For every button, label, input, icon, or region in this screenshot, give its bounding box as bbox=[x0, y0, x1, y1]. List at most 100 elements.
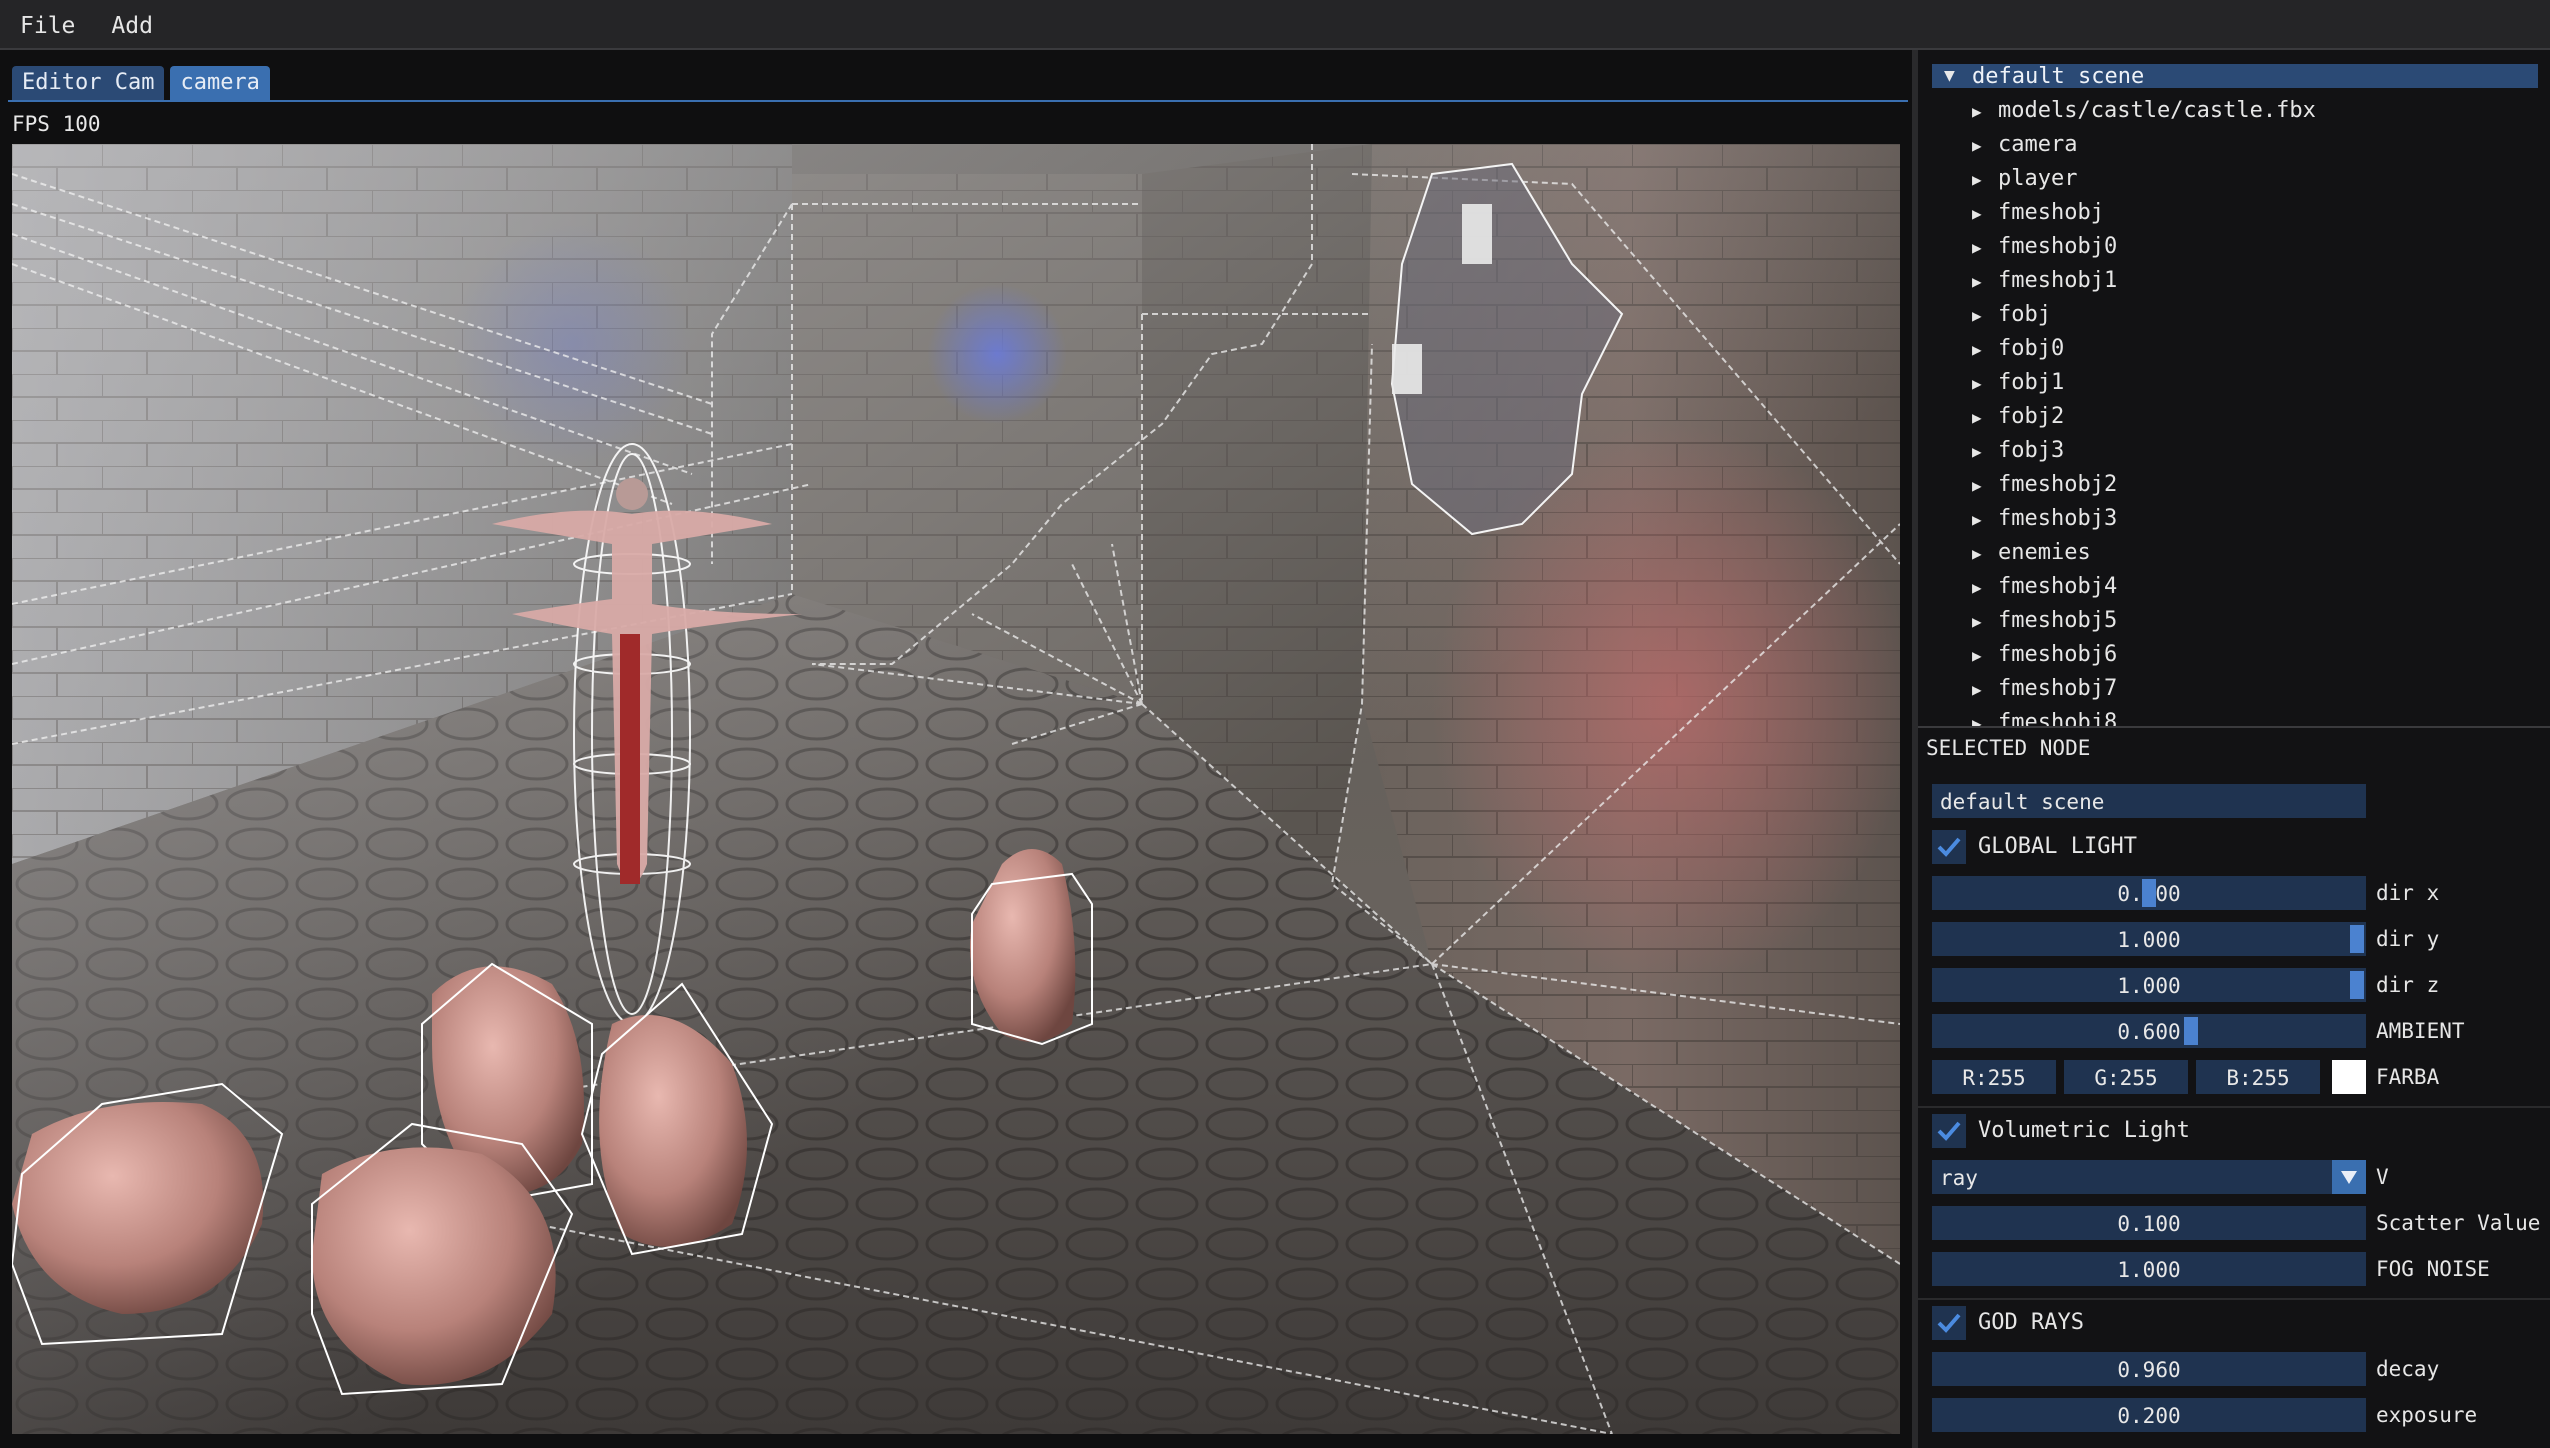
exposure-input[interactable]: 0.200 bbox=[1932, 1398, 2366, 1432]
volumetric-mode-select[interactable]: ray bbox=[1932, 1160, 2366, 1194]
tree-item-label: fmeshobj7 bbox=[1998, 676, 2118, 701]
tree-item-label: models/castle/castle.fbx bbox=[1998, 98, 2316, 123]
tree-item[interactable]: ▶ fmeshobj5 bbox=[1972, 604, 2117, 638]
section-divider bbox=[1918, 1298, 2550, 1300]
tree-item-label: fobj1 bbox=[1998, 370, 2065, 395]
dir-y-grab[interactable] bbox=[2350, 925, 2364, 953]
dir-z-slider[interactable]: 1.000 bbox=[1932, 968, 2366, 1002]
exposure-label: exposure bbox=[2376, 1403, 2478, 1427]
tree-item-label: fmeshobj4 bbox=[1998, 574, 2118, 599]
ambient-slider[interactable]: 0.600 bbox=[1932, 1014, 2366, 1048]
global-light-label: GLOBAL LIGHT bbox=[1978, 834, 2137, 859]
tree-root-default-scene[interactable]: ▼ default scene bbox=[1932, 64, 2538, 89]
scatter-value-label: Scatter Value bbox=[2376, 1211, 2541, 1235]
scene-render bbox=[12, 144, 1900, 1434]
volumetric-light-label: Volumetric Light bbox=[1978, 1118, 2190, 1143]
tree-item[interactable]: ▶ fmeshobj0 bbox=[1972, 230, 2117, 264]
checkmark-icon bbox=[1937, 1121, 1961, 1141]
tree-item[interactable]: ▶ models/castle/castle.fbx bbox=[1972, 94, 2316, 128]
tree-item-label: enemies bbox=[1998, 540, 2091, 565]
collapsed-arrow-icon[interactable]: ▶ bbox=[1972, 537, 1998, 571]
color-r-input[interactable]: R:255 bbox=[1932, 1060, 2056, 1094]
scene-tree[interactable]: ▼ default scene ▶ models/castle/castle.fb… bbox=[1918, 50, 2550, 728]
collapsed-arrow-icon[interactable]: ▶ bbox=[1972, 163, 1998, 197]
tree-item-label: fobj3 bbox=[1998, 438, 2065, 463]
tree-item[interactable]: ▶ player bbox=[1972, 162, 2077, 196]
collapsed-arrow-icon[interactable]: ▶ bbox=[1972, 129, 1998, 163]
tree-item[interactable]: ▶ fmeshobj3 bbox=[1972, 502, 2117, 536]
scatter-value-input[interactable]: 0.100 bbox=[1932, 1206, 2366, 1240]
collapsed-arrow-icon[interactable]: ▶ bbox=[1972, 605, 1998, 639]
section-divider bbox=[1918, 1106, 2550, 1108]
volumetric-light-checkbox[interactable] bbox=[1932, 1114, 1966, 1148]
tab-camera[interactable]: camera bbox=[170, 66, 270, 100]
fps-counter: FPS 100 bbox=[12, 112, 101, 136]
collapsed-arrow-icon[interactable]: ▶ bbox=[1972, 197, 1998, 231]
tree-item[interactable]: ▶ fobj3 bbox=[1972, 434, 2064, 468]
tree-item[interactable]: ▶ fmeshobj8 bbox=[1972, 706, 2118, 728]
menu-file[interactable]: File bbox=[0, 0, 93, 48]
tree-item-label: camera bbox=[1998, 132, 2078, 157]
dir-y-label: dir y bbox=[2376, 927, 2440, 951]
inspector-panel: ▼ default scene ▶ models/castle/castle.fb… bbox=[1918, 50, 2550, 1448]
collapsed-arrow-icon[interactable]: ▶ bbox=[1972, 503, 1998, 537]
collapsed-arrow-icon[interactable]: ▶ bbox=[1972, 707, 1998, 726]
fog-noise-input[interactable]: 1.000 bbox=[1932, 1252, 2366, 1286]
tree-item-label: fmeshobj8 bbox=[1998, 710, 2118, 728]
decay-input[interactable]: 0.960 bbox=[1932, 1352, 2366, 1386]
checkmark-icon bbox=[1937, 837, 1961, 857]
farba-label: FARBA bbox=[2376, 1065, 2440, 1089]
collapsed-arrow-icon[interactable]: ▶ bbox=[1972, 231, 1998, 265]
collapsed-arrow-icon[interactable]: ▶ bbox=[1972, 401, 1998, 435]
dropdown-arrow-button[interactable] bbox=[2332, 1160, 2366, 1194]
menu-add[interactable]: Add bbox=[93, 0, 171, 48]
collapsed-arrow-icon[interactable]: ▶ bbox=[1972, 333, 1998, 367]
collapsed-arrow-icon[interactable]: ▶ bbox=[1972, 435, 1998, 469]
tree-item-label: fmeshobj5 bbox=[1998, 608, 2118, 633]
tree-item[interactable]: ▶ fmeshobj7 bbox=[1972, 672, 2117, 706]
tree-item[interactable]: ▶ fmeshobj2 bbox=[1972, 468, 2117, 502]
color-b-input[interactable]: B:255 bbox=[2196, 1060, 2320, 1094]
tree-item[interactable]: ▶ fobj0 bbox=[1972, 332, 2064, 366]
collapsed-arrow-icon[interactable]: ▶ bbox=[1972, 469, 1998, 503]
dir-y-slider[interactable]: 1.000 bbox=[1932, 922, 2366, 956]
tree-item-label: fmeshobj6 bbox=[1998, 642, 2118, 667]
ambient-grab[interactable] bbox=[2184, 1017, 2198, 1045]
tree-item[interactable]: ▶ fmeshobj6 bbox=[1972, 638, 2117, 672]
collapsed-arrow-icon[interactable]: ▶ bbox=[1972, 299, 1998, 333]
god-rays-label: GOD RAYS bbox=[1978, 1310, 2084, 1335]
collapsed-arrow-icon[interactable]: ▶ bbox=[1972, 673, 1998, 707]
collapsed-arrow-icon[interactable]: ▶ bbox=[1972, 95, 1998, 129]
collapsed-arrow-icon[interactable]: ▶ bbox=[1972, 367, 1998, 401]
tree-item[interactable]: ▶ enemies bbox=[1972, 536, 2091, 570]
expanded-arrow-icon[interactable]: ▼ bbox=[1944, 64, 1955, 88]
menu-bar: File Add bbox=[0, 0, 2550, 50]
collapsed-arrow-icon[interactable]: ▶ bbox=[1972, 639, 1998, 673]
color-swatch[interactable] bbox=[2332, 1060, 2366, 1094]
tree-item[interactable]: ▶ fmeshobj4 bbox=[1972, 570, 2117, 604]
dir-z-grab[interactable] bbox=[2350, 971, 2364, 999]
dir-z-value: 1.000 bbox=[2117, 974, 2181, 998]
tree-item-label: player bbox=[1998, 166, 2078, 191]
god-rays-checkbox[interactable] bbox=[1932, 1306, 1966, 1340]
node-name-input[interactable]: default scene bbox=[1932, 784, 2366, 818]
tree-item-label: fmeshobj1 bbox=[1998, 268, 2118, 293]
tab-editor-cam[interactable]: Editor Cam bbox=[12, 66, 165, 100]
tree-item[interactable]: ▶ fobj2 bbox=[1972, 400, 2064, 434]
decay-label: decay bbox=[2376, 1357, 2440, 1381]
tree-item[interactable]: ▶ fmeshobj1 bbox=[1972, 264, 2117, 298]
tree-item[interactable]: ▶ fobj bbox=[1972, 298, 2051, 332]
color-g-input[interactable]: G:255 bbox=[2064, 1060, 2188, 1094]
dir-x-grab[interactable] bbox=[2142, 879, 2156, 907]
collapsed-arrow-icon[interactable]: ▶ bbox=[1972, 265, 1998, 299]
collapsed-arrow-icon[interactable]: ▶ bbox=[1972, 571, 1998, 605]
camera-tabs: Editor Cam camera bbox=[12, 66, 270, 100]
3d-viewport[interactable] bbox=[12, 144, 1900, 1434]
dir-x-slider[interactable]: 0.000 bbox=[1932, 876, 2366, 910]
tree-item[interactable]: ▶ camera bbox=[1972, 128, 2077, 162]
tree-item[interactable]: ▶ fobj1 bbox=[1972, 366, 2064, 400]
global-light-checkbox[interactable] bbox=[1932, 830, 1966, 864]
ambient-value: 0.600 bbox=[2117, 1020, 2181, 1044]
tree-item-label: fmeshobj0 bbox=[1998, 234, 2118, 259]
tree-item[interactable]: ▶ fmeshobj bbox=[1972, 196, 2104, 230]
